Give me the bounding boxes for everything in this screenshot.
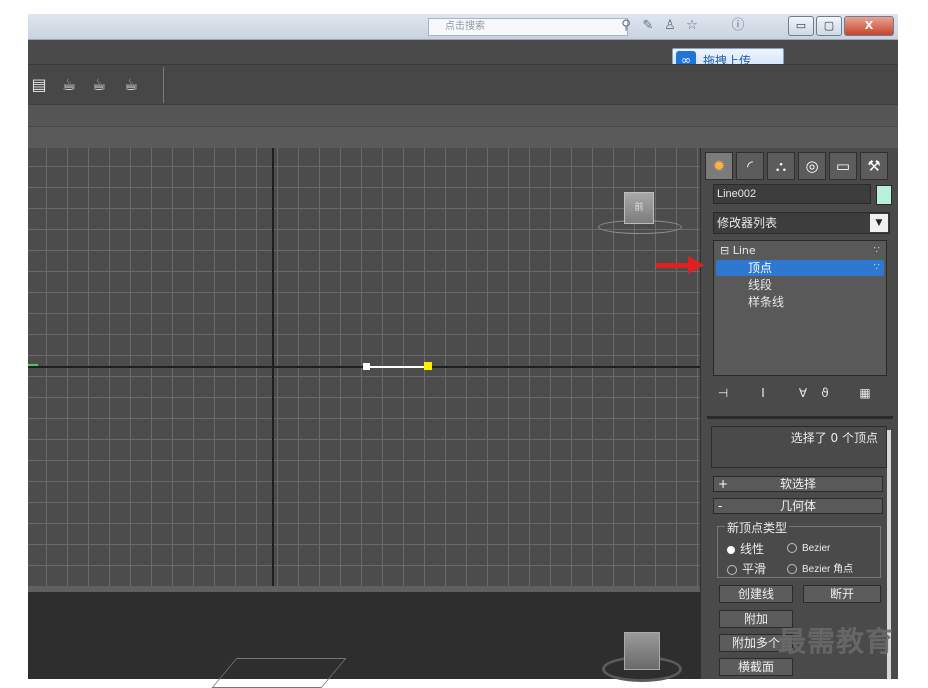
second-viewport[interactable] [28, 592, 700, 688]
collapse-minus-icon[interactable]: ⊟ [720, 244, 729, 257]
show-end-result-icon[interactable]: I [753, 384, 773, 402]
radio-linear[interactable]: 线性 [727, 540, 764, 557]
create-tab-sun-icon[interactable]: ✹ [705, 152, 733, 180]
viewcube-icon[interactable] [624, 632, 660, 670]
radio-bezier[interactable]: Bezier [787, 540, 830, 554]
stack-item-label: Line [732, 244, 756, 257]
tools-icon[interactable]: ✎ [640, 18, 656, 34]
toolbar-divider [163, 67, 164, 103]
object-name-field[interactable]: Line002 [713, 184, 871, 204]
radio-label: Bezier [802, 543, 831, 554]
watermark-text: 最需教育 [778, 625, 895, 658]
stack-item-spline[interactable]: 样条线 [716, 294, 884, 310]
stack-item-segment[interactable]: 线段 [716, 277, 884, 293]
user-icon[interactable]: ♙ [662, 18, 678, 34]
selection-status-text: 选择了 0 个顶点 [790, 431, 878, 445]
break-button[interactable]: 断开 [803, 585, 881, 603]
stack-item-vertex[interactable]: 顶点 ∵ [716, 260, 884, 276]
stack-item-line[interactable]: ⊟ Line ∵ [716, 243, 884, 259]
modifier-list-dropdown[interactable]: 修改器列表 ▼ [713, 212, 890, 234]
spline-line-segment[interactable] [367, 366, 427, 368]
perspective-grid [211, 658, 347, 688]
create-line-button[interactable]: 创建线 [719, 585, 793, 603]
radio-selected-icon[interactable] [727, 545, 735, 554]
viewport-label-strip [28, 126, 898, 148]
hierarchy-tab-icon[interactable]: ⛬ [767, 152, 795, 180]
modifier-list-label: 修改器列表 [717, 216, 778, 230]
rollout-label: 软选择 [779, 477, 816, 491]
modifier-stack: ⊟ Line ∵ 顶点 ∵ 线段 样条线 [713, 240, 887, 376]
minimize-button[interactable]: ▭ [788, 16, 814, 36]
render-frame-teapot-icon[interactable]: ☕ [58, 73, 80, 97]
spline-vertex-end-selected[interactable] [424, 362, 432, 370]
remove-modifier-icon[interactable]: ϑ [815, 384, 835, 402]
radio-unselected-icon[interactable] [727, 564, 737, 575]
display-tab-monitor-icon[interactable]: ▭ [829, 152, 857, 180]
stack-item-label: 样条线 [748, 295, 785, 309]
pin-stack-icon[interactable]: ⊣ [713, 384, 733, 402]
viewcube-icon[interactable]: 前 [624, 192, 654, 224]
pin-dots-icon: ∵ [873, 245, 880, 256]
radio-bezier-corner[interactable]: Bezier 角点 [787, 560, 853, 575]
motion-tab-icon[interactable]: ◎ [798, 152, 826, 180]
spline-vertex-start[interactable] [363, 363, 370, 370]
geometry-rollout[interactable]: - 几何体 [713, 498, 883, 514]
cross-section-button[interactable]: 横截面 [719, 658, 793, 676]
binoculars-icon[interactable]: ⚲ [618, 18, 634, 34]
window-title-bar: ▶ 点击搜索 ⚲ ✎ ♙ ☆ ⓘ ▭ ▢ X [28, 14, 898, 40]
render-iterative-teapot-icon[interactable]: ☕ [120, 73, 142, 97]
radio-label: 线性 [740, 542, 765, 556]
axis-tick [28, 364, 38, 366]
star-icon[interactable]: ☆ [684, 18, 700, 34]
collapse-minus-icon: - [718, 499, 723, 513]
perspective-viewport[interactable]: 前 [28, 148, 700, 586]
info-icon[interactable]: ⓘ [730, 18, 746, 34]
new-vertex-type-title: 新顶点类型 [725, 519, 790, 536]
maximize-button[interactable]: ▢ [816, 16, 842, 36]
red-pointer-arrow [656, 263, 690, 268]
panel-divider [707, 416, 893, 419]
soft-selection-rollout[interactable]: + 软选择 [713, 476, 883, 492]
ribbon-strip [28, 104, 898, 126]
close-button[interactable]: X [844, 16, 894, 36]
radio-unselected-icon[interactable] [787, 542, 797, 553]
render-setup-icon[interactable]: ▤ [28, 73, 50, 97]
object-color-swatch[interactable] [876, 185, 892, 205]
pin-dots-icon: ∵ [873, 262, 880, 273]
main-toolbar: ▤ ☕ ☕ ☕ [28, 64, 898, 104]
command-panel: ✹ ◜ ⛬ ◎ ▭ ⚒ Line002 修改器列表 ▼ ⊟ Line ∵ 顶点 … [700, 148, 898, 679]
red-arrow-head-icon [688, 256, 704, 274]
selection-rollout: 选择了 0 个顶点 [711, 426, 887, 468]
stack-item-label: 顶点 [748, 261, 773, 275]
render-production-teapot-icon[interactable]: ☕ [88, 73, 110, 97]
search-input[interactable]: 点击搜索 [428, 18, 628, 36]
configure-modifier-sets-icon[interactable]: ▦ [855, 384, 875, 402]
make-unique-icon[interactable]: ∀ [793, 384, 813, 402]
modify-tab-icon[interactable]: ◜ [736, 152, 764, 180]
radio-label: Bezier 角点 [802, 564, 854, 575]
radio-smooth[interactable]: 平滑 [727, 560, 766, 577]
rollout-label: 几何体 [779, 499, 816, 513]
radio-label: 平滑 [742, 562, 767, 576]
chevron-down-icon[interactable]: ▼ [870, 214, 888, 232]
radio-unselected-icon[interactable] [787, 563, 797, 574]
stack-item-label: 线段 [748, 278, 773, 292]
expand-plus-icon: + [718, 477, 729, 491]
utilities-tab-hammer-icon[interactable]: ⚒ [860, 152, 888, 180]
